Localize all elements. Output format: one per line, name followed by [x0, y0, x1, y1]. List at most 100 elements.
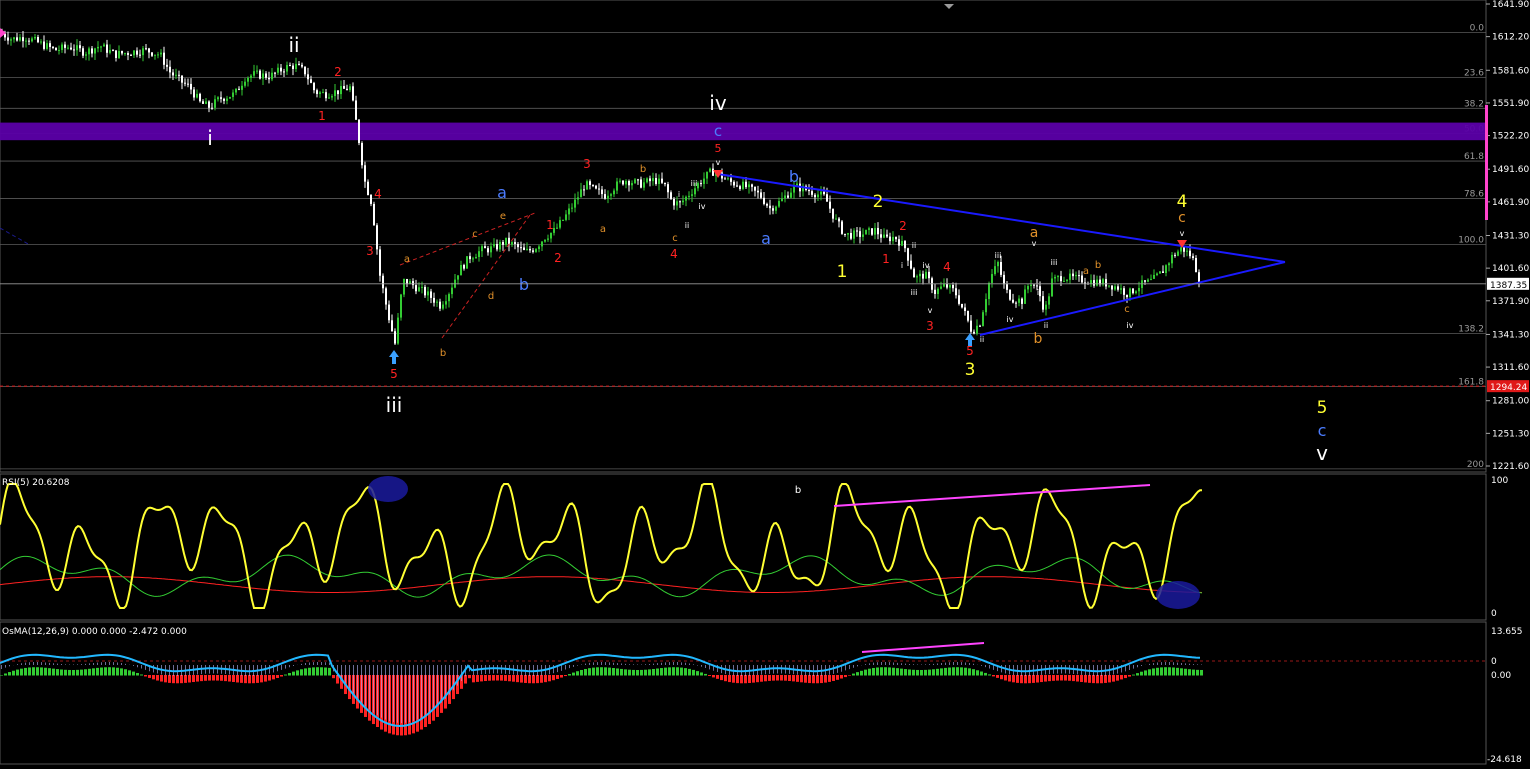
- osma-bar: [500, 675, 503, 681]
- candle-body: [7, 37, 9, 41]
- osma-bar: [740, 675, 743, 684]
- candle-body: [703, 178, 705, 184]
- osma-bar: [560, 675, 563, 678]
- candle-body: [754, 186, 756, 191]
- candle-body: [217, 97, 219, 100]
- osma-bar: [484, 675, 487, 682]
- candle-body: [775, 206, 777, 211]
- osma-bar: [472, 675, 475, 683]
- osma-bar: [104, 667, 107, 676]
- wave-label: c: [472, 229, 478, 240]
- candle-body: [955, 288, 957, 296]
- candle-body: [577, 197, 579, 200]
- scroll-marker-icon[interactable]: [944, 4, 954, 9]
- candle-body: [1189, 250, 1191, 257]
- candle-body: [457, 275, 459, 280]
- candle-body: [316, 90, 318, 94]
- osma-bar: [1168, 667, 1171, 676]
- osma-bar: [676, 667, 679, 676]
- osma-bar: [244, 675, 247, 684]
- candle-body: [301, 64, 303, 67]
- candle-body: [886, 234, 888, 237]
- candle-body: [103, 44, 105, 47]
- candle-body: [1123, 288, 1125, 295]
- osma-bar: [1060, 675, 1063, 681]
- osma-bar: [1056, 675, 1059, 681]
- candle-body: [844, 233, 846, 235]
- candle-body: [646, 178, 648, 183]
- chart-canvas[interactable]: 0.023.638.250.061.878.6100.0138.2161.820…: [0, 0, 1530, 765]
- candle-body: [493, 243, 495, 247]
- candle-body: [1183, 247, 1185, 252]
- wave-label: iv: [1007, 315, 1014, 324]
- candle-body: [1018, 298, 1020, 303]
- wave-label: 3: [926, 319, 934, 333]
- candle-body: [160, 52, 162, 55]
- candle-body: [91, 48, 93, 54]
- candle-body: [1174, 254, 1176, 256]
- candle-body: [1132, 288, 1134, 294]
- candle-body: [709, 168, 711, 172]
- osma-bar: [1092, 675, 1095, 684]
- candle-body: [499, 242, 501, 250]
- osma-bar: [28, 667, 31, 676]
- triangle-trendlines[interactable]: [0, 28, 1286, 364]
- wave-label: 5: [966, 344, 974, 358]
- candle-body: [658, 178, 660, 184]
- candle-body: [694, 188, 696, 195]
- elliott-wave-labels: iiiiiiivvc5vabbac21345cvab21435312 421435…: [207, 33, 1328, 496]
- candle-body: [97, 46, 99, 49]
- osma-bar: [624, 669, 627, 676]
- osma-bar: [1152, 668, 1155, 676]
- osma-bar: [152, 675, 155, 680]
- osma-bar: [520, 675, 523, 683]
- wave-label: ii: [1044, 321, 1048, 330]
- candle-body: [1057, 276, 1059, 278]
- candle-body: [682, 200, 684, 203]
- osma-bar: [1072, 675, 1075, 682]
- osma-bar: [208, 675, 211, 681]
- candle-body: [181, 75, 183, 83]
- candle-body: [919, 273, 921, 277]
- wave-label: a: [497, 183, 507, 202]
- osma-bar: [1012, 675, 1015, 683]
- candle-body: [904, 241, 906, 249]
- osma-bar: [1128, 675, 1131, 677]
- candle-body: [934, 289, 936, 294]
- osma-bar: [1144, 670, 1147, 676]
- osma-bar: [1148, 669, 1151, 676]
- trading-chart-window[interactable]: 0.023.638.250.061.878.6100.0138.2161.820…: [0, 0, 1530, 765]
- osma-bar: [668, 667, 671, 676]
- candle-body: [34, 36, 36, 39]
- candle-body: [85, 54, 87, 56]
- candle-body: [559, 220, 561, 228]
- osma-bar: [616, 668, 619, 676]
- wave-label: 3: [583, 157, 591, 171]
- osma-bar: [308, 667, 311, 676]
- candle-body: [781, 198, 783, 202]
- candle-body: [958, 295, 960, 304]
- candle-body: [868, 228, 870, 230]
- osma-bar: [672, 667, 675, 676]
- wave-label: c: [672, 233, 678, 244]
- osma-bar: [812, 675, 815, 684]
- osma-bar: [1136, 673, 1139, 676]
- candle-body: [964, 307, 966, 311]
- candle-body: [1147, 279, 1149, 282]
- osma-bar: [64, 669, 67, 676]
- osma-bar: [528, 675, 531, 684]
- osma-bar: [1048, 675, 1051, 682]
- candle-body: [214, 99, 216, 108]
- candle-body: [1156, 273, 1158, 276]
- candle-body: [1168, 263, 1170, 266]
- candle-body: [877, 227, 879, 235]
- candle-body: [778, 201, 780, 207]
- osma-bar: [44, 667, 47, 676]
- osma-bar: [980, 671, 983, 676]
- osma-bar: [824, 675, 827, 683]
- wave-label: a: [404, 254, 410, 265]
- candle-body: [70, 47, 72, 50]
- candle-body: [763, 197, 765, 204]
- candle-body: [487, 248, 489, 253]
- osma-bar: [180, 675, 183, 684]
